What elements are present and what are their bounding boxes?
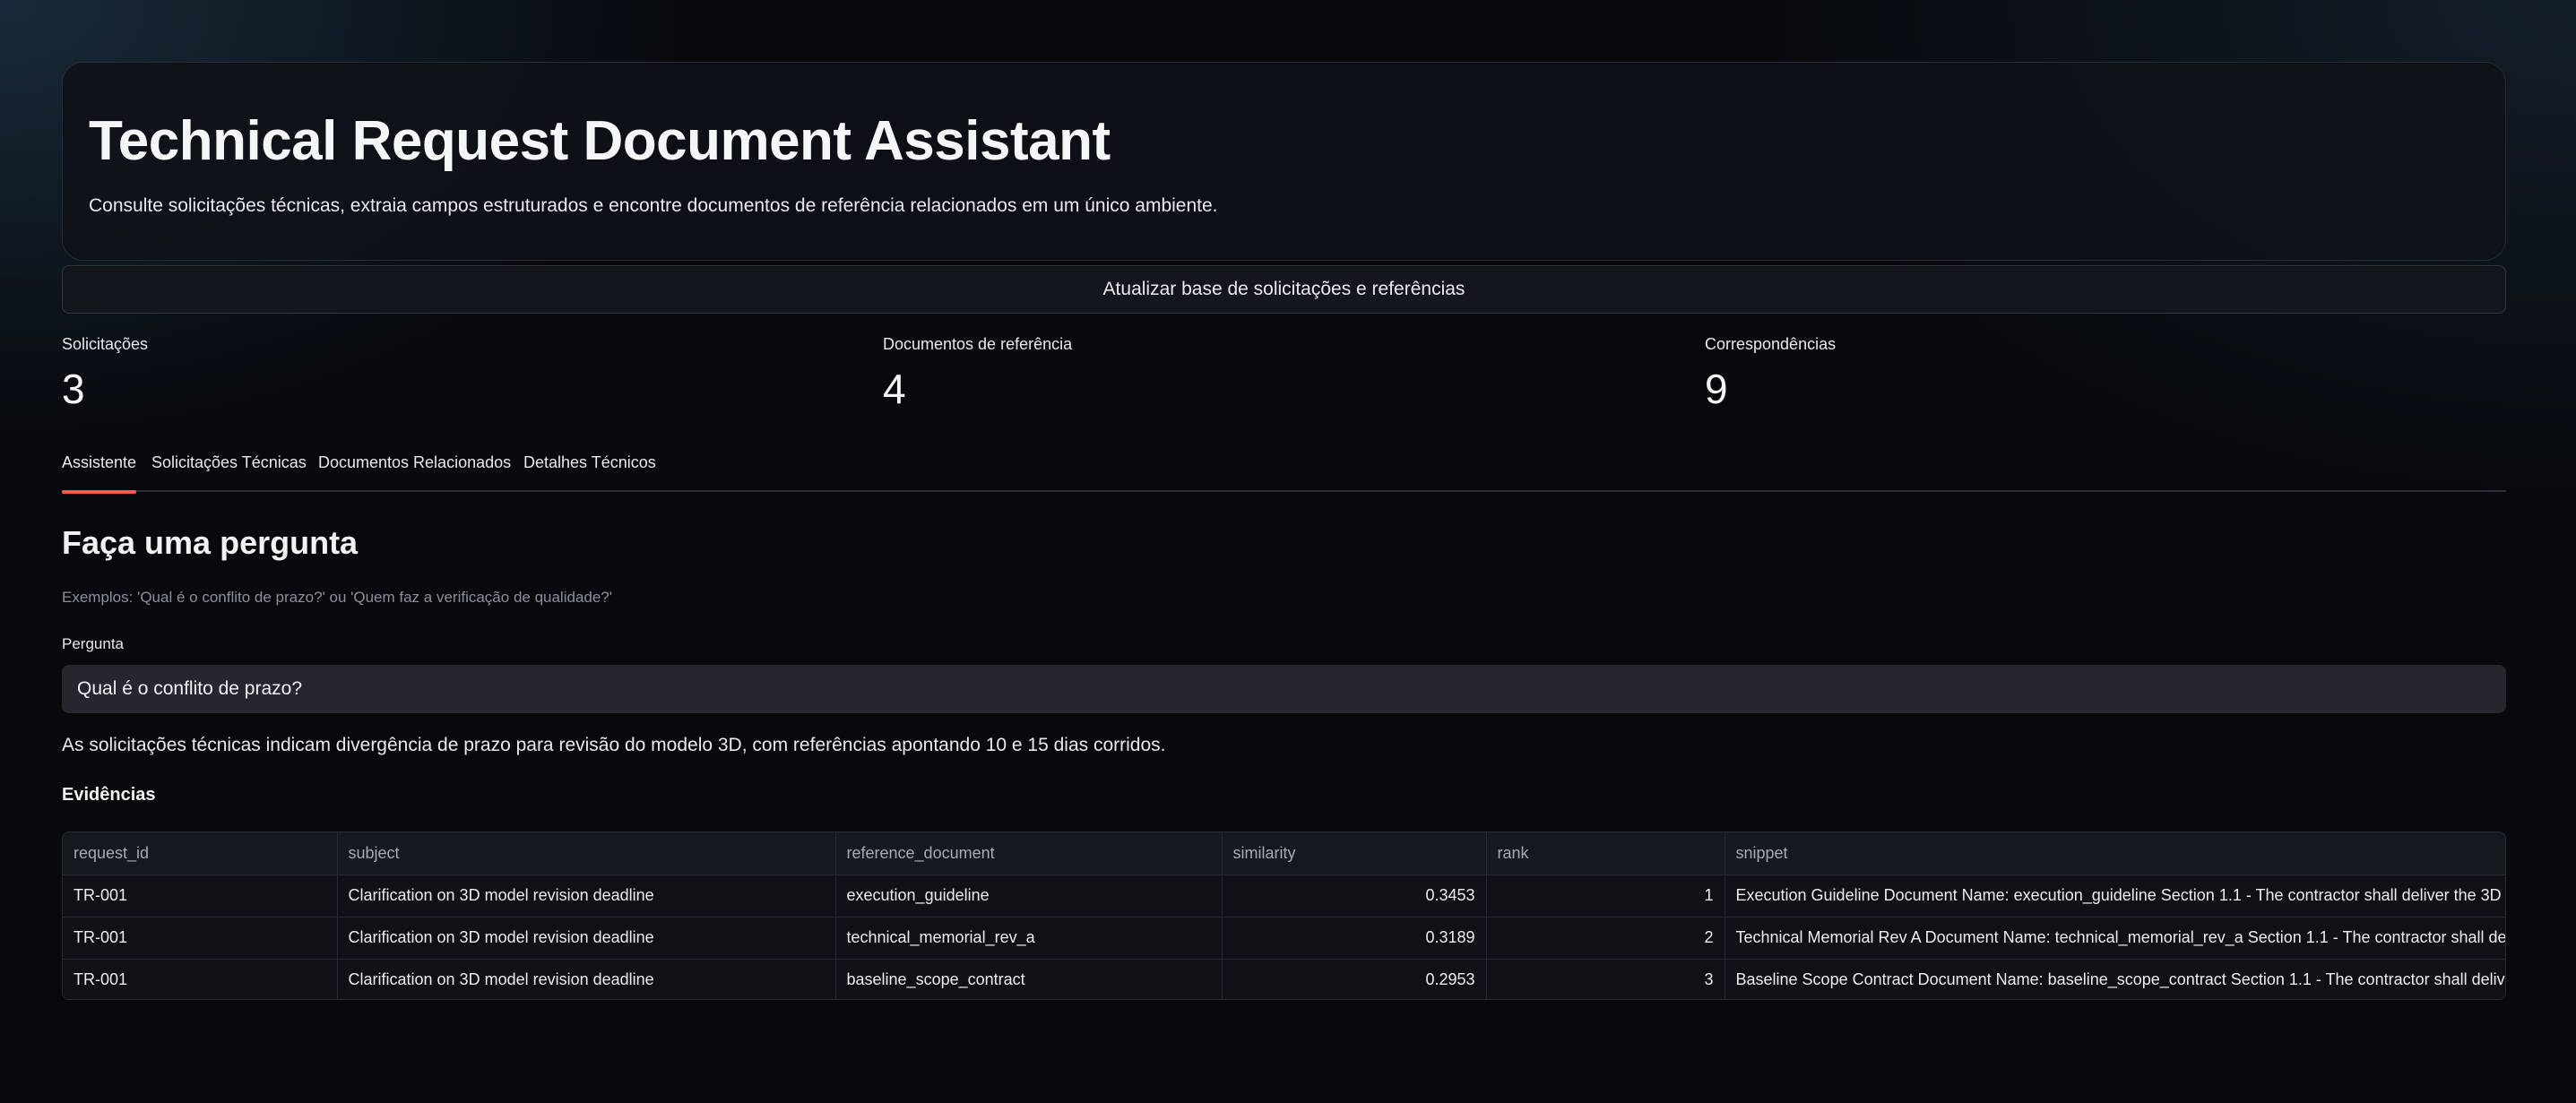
cell-reference-document: execution_guideline xyxy=(835,875,1223,918)
refresh-database-button[interactable]: Atualizar base de solicitações e referên… xyxy=(62,265,2506,314)
column-header-rank[interactable]: rank xyxy=(1486,832,1725,875)
column-header-reference-document[interactable]: reference_document xyxy=(835,832,1223,875)
question-label: Pergunta xyxy=(62,635,124,652)
metric-matches: Correspondências 9 xyxy=(1705,335,1836,413)
metric-label: Documentos de referência xyxy=(883,335,1073,353)
cell-similarity: 0.3189 xyxy=(1222,917,1487,960)
answer-text: As solicitações técnicas indicam divergê… xyxy=(62,735,1166,755)
metric-requests: Solicitações 3 xyxy=(62,335,148,413)
cell-subject: Clarification on 3D model revision deadl… xyxy=(337,959,836,999)
metric-label: Solicitações xyxy=(62,335,149,353)
cell-similarity: 0.2953 xyxy=(1222,959,1487,999)
header-card: Technical Request Document Assistant Con… xyxy=(62,62,2506,261)
examples-caption: Exemplos: 'Qual é o conflito de prazo?' … xyxy=(62,589,613,606)
tab-documentos-relacionados[interactable]: Documentos Relacionados xyxy=(318,453,511,492)
section-heading: Faça uma pergunta xyxy=(62,524,359,561)
metric-label: Correspondências xyxy=(1705,335,1837,353)
tab-assistente[interactable]: Assistente xyxy=(62,453,137,494)
tab-bar: Assistente Solicitações Técnicas Documen… xyxy=(62,450,2506,494)
column-header-subject[interactable]: subject xyxy=(337,832,836,875)
table-header-row: request_id subject reference_document si… xyxy=(63,832,2505,875)
cell-rank: 3 xyxy=(1486,959,1725,999)
cell-reference-document: technical_memorial_rev_a xyxy=(835,917,1223,960)
cell-snippet: Technical Memorial Rev A Document Name: … xyxy=(1725,917,2505,960)
metric-value: 4 xyxy=(883,366,906,412)
question-input[interactable] xyxy=(62,665,2506,713)
cell-rank: 2 xyxy=(1486,917,1725,960)
column-header-similarity[interactable]: similarity xyxy=(1222,832,1487,875)
metric-reference-documents: Documentos de referência 4 xyxy=(883,335,1072,413)
cell-rank: 1 xyxy=(1486,875,1725,918)
cell-request-id: TR-001 xyxy=(63,875,338,918)
metric-value: 9 xyxy=(1705,366,1728,412)
page-subtitle: Consulte solicitações técnicas, extraia … xyxy=(89,195,1218,216)
evidence-heading: Evidências xyxy=(62,785,156,805)
tab-detalhes-tecnicos[interactable]: Detalhes Técnicos xyxy=(523,453,656,492)
metric-value: 3 xyxy=(62,366,85,412)
column-header-snippet[interactable]: snippet xyxy=(1725,832,2505,875)
table-row[interactable]: TR-001 Clarification on 3D model revisio… xyxy=(63,959,2505,999)
cell-reference-document: baseline_scope_contract xyxy=(835,959,1223,999)
evidence-table[interactable]: request_id subject reference_document si… xyxy=(62,832,2506,1000)
cell-snippet: Baseline Scope Contract Document Name: b… xyxy=(1725,959,2505,999)
cell-request-id: TR-001 xyxy=(63,959,338,999)
tab-solicitacoes-tecnicas[interactable]: Solicitações Técnicas xyxy=(151,453,307,492)
table-row[interactable]: TR-001 Clarification on 3D model revisio… xyxy=(63,875,2505,918)
column-header-request-id[interactable]: request_id xyxy=(63,832,338,875)
cell-snippet: Execution Guideline Document Name: execu… xyxy=(1725,875,2505,918)
cell-subject: Clarification on 3D model revision deadl… xyxy=(337,917,836,960)
cell-similarity: 0.3453 xyxy=(1222,875,1487,918)
cell-request-id: TR-001 xyxy=(63,917,338,960)
table-row[interactable]: TR-001 Clarification on 3D model revisio… xyxy=(63,917,2505,960)
cell-subject: Clarification on 3D model revision deadl… xyxy=(337,875,836,918)
page-title: Technical Request Document Assistant xyxy=(89,110,1111,172)
app-page: Technical Request Document Assistant Con… xyxy=(0,0,2576,1103)
